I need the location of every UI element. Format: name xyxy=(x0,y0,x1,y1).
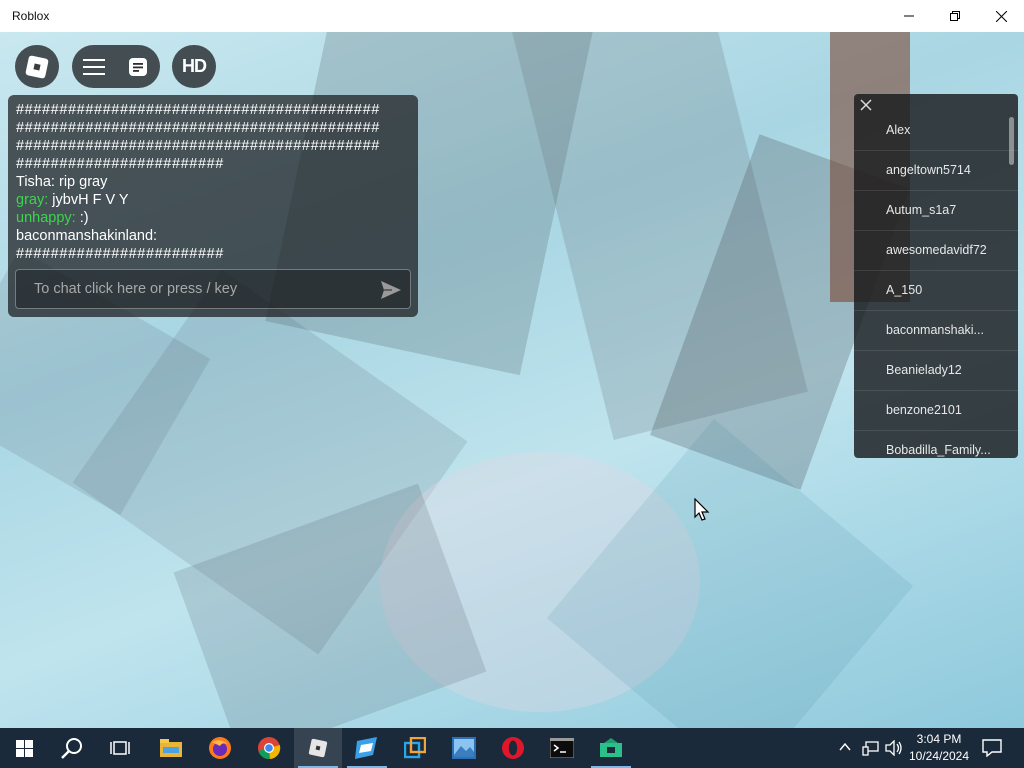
roblox-logo-icon xyxy=(25,55,49,78)
notification-icon xyxy=(982,739,1002,758)
menu-chat-group xyxy=(72,45,160,88)
chat-messages: ######################## ################… xyxy=(16,101,410,263)
window-app-icon xyxy=(404,737,426,759)
taskbar-roblox[interactable] xyxy=(294,728,342,768)
player-entry[interactable]: Bobadilla_Family... xyxy=(854,431,1018,458)
firefox-icon xyxy=(209,737,231,759)
player-entry[interactable]: awesomedavidf72 xyxy=(854,231,1018,271)
network-tray-button[interactable] xyxy=(862,740,880,756)
player-list: Alex angeltown5714 Autum_s1a7 awesomedav… xyxy=(854,94,1018,458)
chat-username[interactable]: gray: xyxy=(16,192,48,208)
roblox-studio-icon xyxy=(355,737,377,759)
chevron-up-icon xyxy=(839,742,851,751)
chat-window: ######################## ################… xyxy=(8,95,418,317)
taskbar-app-window[interactable] xyxy=(391,728,439,768)
chrome-icon xyxy=(258,737,281,760)
chat-input-placeholder: To chat click here or press / key xyxy=(34,281,238,297)
taskbar-roblox-studio[interactable] xyxy=(343,728,391,768)
chat-message: baconmanshakinland: xyxy=(16,227,410,245)
chat-message: ########################################… xyxy=(16,102,380,118)
clock[interactable]: 3:04 PM 10/24/2024 xyxy=(904,731,974,765)
search-icon xyxy=(61,738,82,759)
hamburger-menu-icon xyxy=(83,58,105,75)
search-button[interactable] xyxy=(48,728,96,768)
task-view-button[interactable] xyxy=(96,728,144,768)
player-entry[interactable]: Alex xyxy=(854,111,1018,151)
chat-username[interactable]: unhappy: xyxy=(16,210,76,226)
window-title: Roblox xyxy=(12,9,50,23)
taskbar-file-explorer[interactable] xyxy=(147,728,195,768)
chat-message: Tisha: rip gray xyxy=(16,174,108,190)
roblox-app-icon xyxy=(308,738,328,758)
task-view-icon xyxy=(110,741,130,755)
clock-date: 10/24/2024 xyxy=(908,749,970,763)
send-icon[interactable] xyxy=(380,279,402,301)
player-entry[interactable]: angeltown5714 xyxy=(854,151,1018,191)
player-entry[interactable]: A_150 xyxy=(854,271,1018,311)
hamburger-menu-button[interactable] xyxy=(72,45,116,88)
taskbar-green-app[interactable] xyxy=(587,728,635,768)
chat-message: gray: jybvH F V Y xyxy=(16,192,129,208)
windows-start-icon xyxy=(15,739,33,757)
mouse-cursor-icon xyxy=(694,498,710,521)
restore-icon xyxy=(950,11,960,21)
chat-username[interactable]: baconmanshakinland: xyxy=(16,228,157,244)
green-app-icon xyxy=(600,738,622,757)
player-entry[interactable]: Autum_s1a7 xyxy=(854,191,1018,231)
taskbar-firefox[interactable] xyxy=(196,728,244,768)
hd-toggle-button[interactable]: HD xyxy=(172,45,216,88)
notifications-button[interactable] xyxy=(982,739,1002,758)
chat-toggle-button[interactable] xyxy=(116,45,160,88)
taskbar-terminal[interactable] xyxy=(538,728,586,768)
chat-message: ########################################… xyxy=(16,138,380,154)
chat-bubble-icon xyxy=(129,57,147,76)
network-icon xyxy=(862,741,879,756)
close-window-button[interactable] xyxy=(978,0,1024,32)
roblox-menu-button[interactable] xyxy=(15,45,59,88)
player-entry[interactable]: benzone2101 xyxy=(854,391,1018,431)
tray-chevron[interactable] xyxy=(838,740,854,756)
volume-tray-button[interactable] xyxy=(885,739,903,757)
clock-time: 3:04 PM xyxy=(916,732,962,746)
taskbar-opera[interactable] xyxy=(489,728,537,768)
window-title-bar: Roblox xyxy=(0,0,1024,32)
minimize-icon xyxy=(904,15,914,17)
file-explorer-icon xyxy=(160,739,182,757)
taskbar: 3:04 PM 10/24/2024 xyxy=(0,728,1024,768)
taskbar-chrome[interactable] xyxy=(245,728,293,768)
chat-message: ########################################… xyxy=(16,120,380,136)
minimize-button[interactable] xyxy=(886,0,932,32)
terminal-icon xyxy=(550,738,574,758)
restore-button[interactable] xyxy=(932,0,978,32)
player-entry[interactable]: baconmanshaki... xyxy=(854,311,1018,351)
chat-message: ######################## xyxy=(16,246,224,262)
chat-message: unhappy: :) xyxy=(16,210,89,226)
start-button[interactable] xyxy=(0,728,48,768)
close-icon xyxy=(995,10,1007,22)
player-entry[interactable]: Beanielady12 xyxy=(854,351,1018,391)
chat-message: ######################## xyxy=(16,156,224,172)
volume-icon xyxy=(885,739,902,757)
chat-username[interactable]: Tisha: xyxy=(16,174,55,190)
taskbar-image-app[interactable] xyxy=(440,728,488,768)
opera-icon xyxy=(502,737,524,759)
hd-label: HD xyxy=(182,56,207,76)
player-list-scrollbar[interactable] xyxy=(1009,117,1014,165)
chat-input[interactable]: To chat click here or press / key xyxy=(15,269,411,309)
image-app-icon xyxy=(452,737,476,759)
